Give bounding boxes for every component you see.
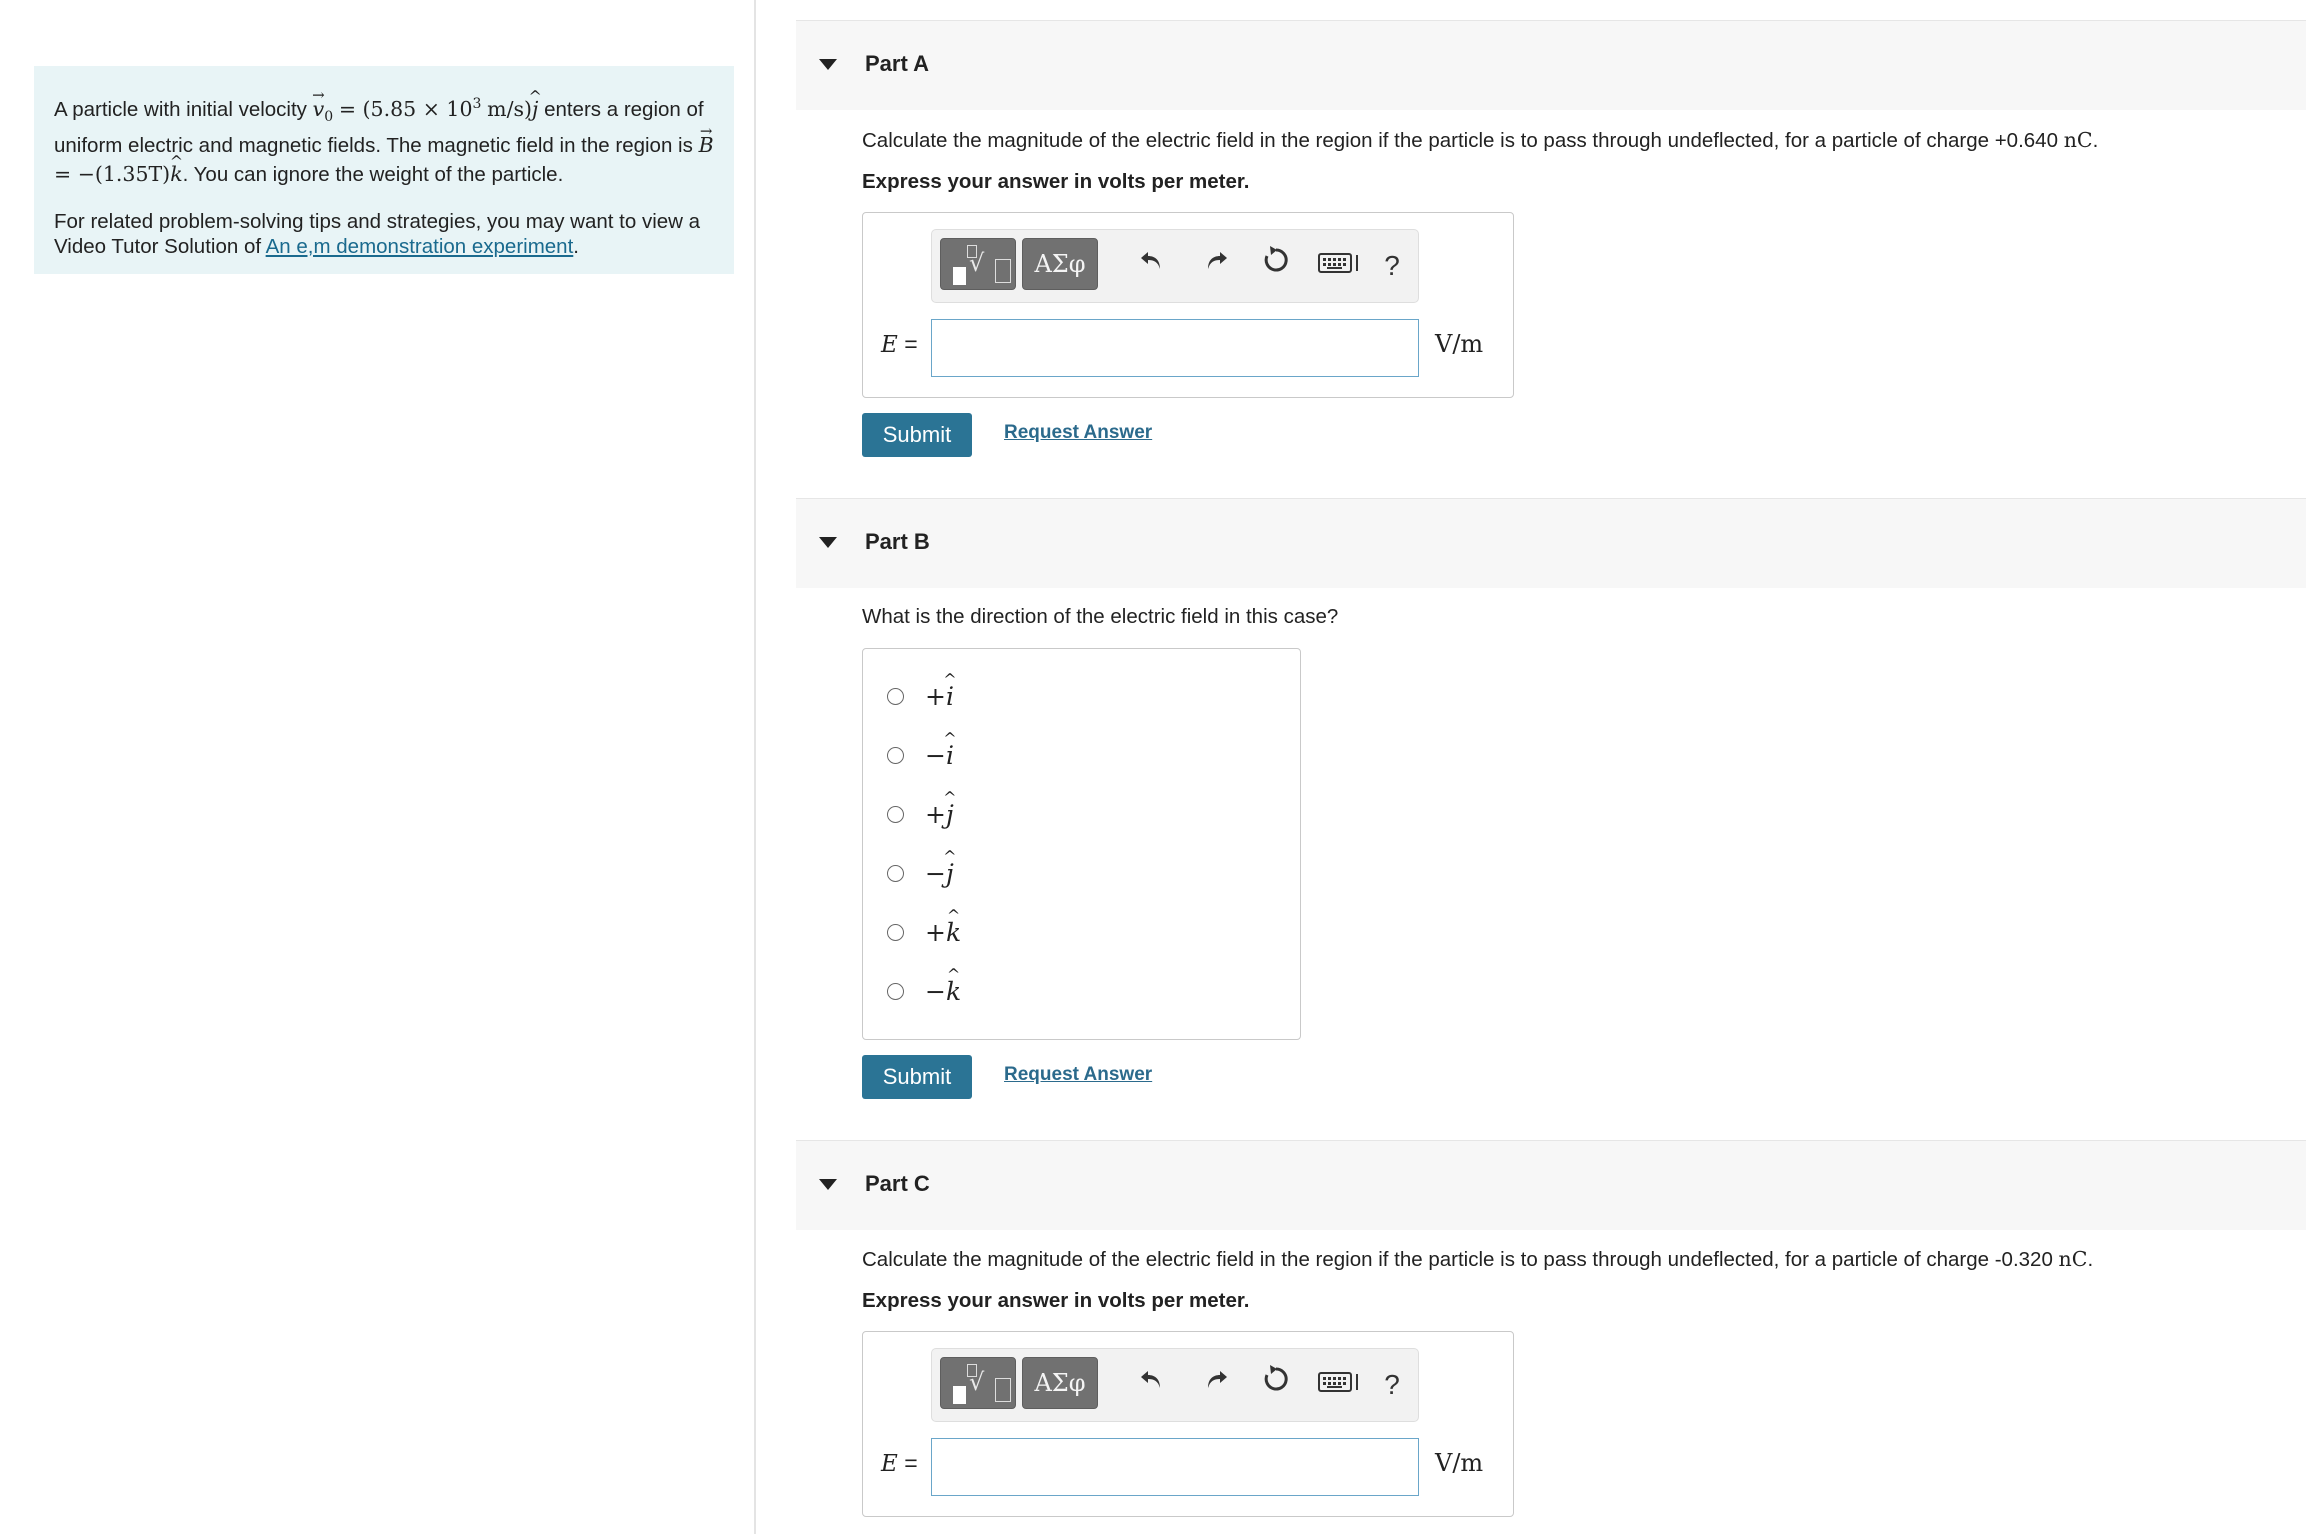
unit-vector-i: i: [946, 682, 954, 711]
keyboard-icon[interactable]: [1314, 244, 1366, 288]
velocity-exponent: 3: [472, 96, 482, 112]
problem-statement: A particle with initial velocity v0 = (5…: [34, 66, 734, 274]
help-icon[interactable]: ?: [1370, 1363, 1414, 1407]
part-a-question-end: .: [2092, 129, 2099, 152]
radio-button[interactable]: [887, 688, 904, 705]
redo-icon[interactable]: [1194, 1363, 1238, 1407]
part-b-header[interactable]: Part B: [796, 498, 2306, 588]
unit-vector-j: j: [946, 800, 954, 829]
magnetic-field-symbol: B: [699, 131, 714, 159]
radio-button[interactable]: [887, 806, 904, 823]
velocity-value: = (5.85 × 10: [338, 96, 473, 121]
unit-vector-k: k: [946, 977, 961, 1006]
option-plus-j[interactable]: +j: [887, 796, 1187, 836]
unit-vector-k: k: [170, 160, 182, 188]
direction-options: +i −i +j −j +k −k: [862, 648, 1301, 1040]
part-a-header[interactable]: Part A: [796, 20, 2306, 110]
part-c-charge-unit: nC: [2058, 1247, 2088, 1271]
part-b-submit-button[interactable]: Submit: [862, 1055, 972, 1099]
collapse-caret-icon[interactable]: [819, 537, 837, 548]
part-b-request-answer-link[interactable]: Request Answer: [1004, 1064, 1152, 1086]
option-plus-k[interactable]: +k: [887, 914, 1187, 954]
video-tutor-link[interactable]: An e,m demonstration experiment: [266, 235, 574, 258]
option-minus-i[interactable]: −i: [887, 737, 1187, 777]
part-a-submit-button[interactable]: Submit: [862, 413, 972, 457]
unit-vector-i: i: [946, 741, 954, 770]
math-toolbar: √ ΑΣφ ?: [931, 1348, 1419, 1422]
part-a-answer-input[interactable]: [931, 319, 1419, 377]
help-icon[interactable]: ?: [1370, 244, 1414, 288]
templates-icon[interactable]: √: [940, 238, 1016, 290]
part-a-answer-label: E =: [881, 331, 918, 358]
weight-text: . You can ignore the weight of the parti…: [182, 162, 564, 186]
magnetic-field-value: = −(1.35T): [54, 161, 171, 186]
part-a-charge-unit: nC: [2063, 128, 2093, 152]
part-a-question: Calculate the magnitude of the electric …: [862, 128, 2098, 153]
redo-icon[interactable]: [1194, 244, 1238, 288]
part-c-question-end: .: [2087, 1248, 2094, 1271]
option-minus-k[interactable]: −k: [887, 973, 1187, 1013]
part-c-instruction: Express your answer in volts per meter.: [862, 1289, 1250, 1312]
problem-text: A particle with initial velocity v0 = (5…: [54, 90, 714, 189]
part-c-question: Calculate the magnitude of the electric …: [862, 1247, 2093, 1272]
part-c-question-text: Calculate the magnitude of the electric …: [862, 1248, 2053, 1271]
radio-button[interactable]: [887, 747, 904, 764]
part-b-title: Part B: [865, 529, 930, 554]
part-a-question-text: Calculate the magnitude of the electric …: [862, 129, 2058, 152]
part-a-title: Part A: [865, 51, 929, 76]
undo-icon[interactable]: [1130, 1363, 1174, 1407]
tips-period: .: [573, 234, 579, 258]
option-minus-j[interactable]: −j: [887, 855, 1187, 895]
greek-symbols-icon[interactable]: ΑΣφ: [1022, 1357, 1098, 1409]
reset-icon[interactable]: [1254, 1363, 1298, 1407]
greek-symbols-icon[interactable]: ΑΣφ: [1022, 238, 1098, 290]
part-c-answer-input[interactable]: [931, 1438, 1419, 1496]
part-a-instruction: Express your answer in volts per meter.: [862, 170, 1250, 193]
radio-button[interactable]: [887, 924, 904, 941]
part-a-unit: V/m: [1435, 330, 1484, 358]
part-c-answer-box: √ ΑΣφ ? E = V/m: [862, 1331, 1514, 1517]
keyboard-icon[interactable]: [1314, 1363, 1366, 1407]
part-c-header[interactable]: Part C: [796, 1140, 2306, 1230]
part-c-title: Part C: [865, 1171, 930, 1196]
part-b-question: What is the direction of the electric fi…: [862, 605, 1339, 628]
tips-text: For related problem-solving tips and str…: [54, 209, 714, 259]
intro-text: A particle with initial velocity: [54, 97, 307, 121]
reset-icon[interactable]: [1254, 244, 1298, 288]
radio-button[interactable]: [887, 865, 904, 882]
velocity-subscript: 0: [324, 108, 334, 125]
unit-vector-j: j: [532, 95, 538, 123]
unit-vector-j: j: [946, 859, 954, 888]
collapse-caret-icon[interactable]: [819, 59, 837, 70]
option-plus-i[interactable]: +i: [887, 678, 1187, 718]
column-divider: [754, 0, 756, 1534]
part-c-answer-label: E =: [881, 1450, 918, 1477]
part-a-answer-box: √ ΑΣφ ? E = V/m: [862, 212, 1514, 398]
part-a-request-answer-link[interactable]: Request Answer: [1004, 422, 1152, 444]
math-toolbar: √ ΑΣφ ?: [931, 229, 1419, 303]
radio-button[interactable]: [887, 983, 904, 1000]
collapse-caret-icon[interactable]: [819, 1179, 837, 1190]
velocity-symbol: v: [313, 95, 325, 123]
velocity-units: m/s): [487, 96, 532, 121]
templates-icon[interactable]: √: [940, 1357, 1016, 1409]
undo-icon[interactable]: [1130, 244, 1174, 288]
unit-vector-k: k: [946, 918, 961, 947]
part-c-unit: V/m: [1435, 1449, 1484, 1477]
